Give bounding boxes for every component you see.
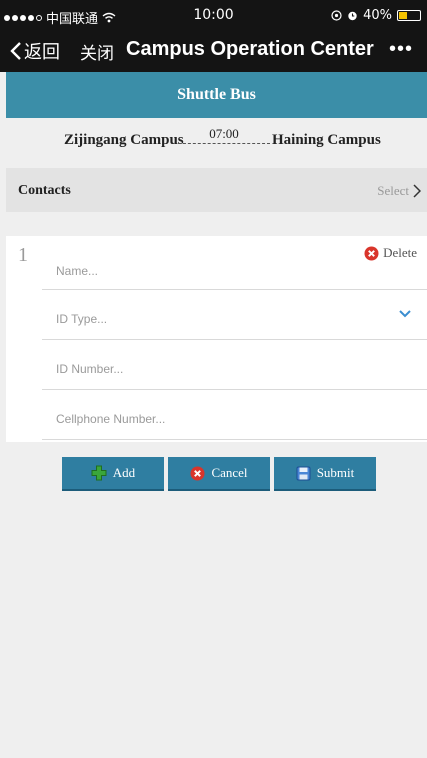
contacts-select[interactable]: Select	[377, 183, 421, 199]
name-placeholder: Name...	[56, 264, 99, 278]
cellphone-input[interactable]: Cellphone Number...	[42, 390, 427, 440]
location-icon	[331, 10, 342, 21]
departure-time-selector[interactable]: 07:00	[178, 126, 270, 144]
status-right: 40%	[331, 8, 421, 23]
add-button[interactable]: Add	[62, 457, 164, 491]
cancel-label: Cancel	[211, 465, 248, 480]
id-type-select[interactable]: ID Type...	[42, 290, 427, 340]
passenger-index: 1	[18, 244, 28, 266]
back-label: 返回	[24, 42, 60, 63]
save-disk-icon	[296, 466, 311, 480]
battery-fill	[399, 12, 407, 19]
cancel-button[interactable]: Cancel	[168, 457, 270, 491]
nav-bar: 返回 关闭 Campus Operation Center •••	[0, 30, 427, 72]
contacts-row[interactable]: Contacts Select	[6, 168, 427, 212]
submit-label: Submit	[316, 465, 355, 480]
page-title: Campus Operation Center	[126, 38, 374, 60]
status-bar: 中国联通 10:00 40%	[0, 0, 427, 30]
cellphone-placeholder: Cellphone Number...	[56, 412, 166, 426]
select-label: Select	[377, 183, 409, 198]
route-row: Zijingang Campus 07:00 Haining Campus	[6, 118, 427, 166]
id-type-placeholder: ID Type...	[56, 312, 108, 326]
destination-campus: Haining Campus	[272, 132, 381, 148]
battery-icon	[397, 10, 421, 21]
submit-button[interactable]: Submit	[274, 457, 376, 491]
contacts-label: Contacts	[18, 183, 71, 198]
name-input[interactable]: Name...	[42, 240, 427, 290]
close-button[interactable]: 关闭	[80, 39, 114, 64]
passenger-form: 1 Delete Name... ID Type... ID Number...…	[6, 236, 427, 442]
section-header: Shuttle Bus	[6, 72, 427, 118]
action-buttons: Add Cancel Submit	[62, 457, 376, 491]
back-button[interactable]: 返回	[10, 38, 60, 64]
add-label: Add	[112, 465, 136, 480]
add-icon	[91, 465, 107, 481]
chevron-right-icon	[413, 184, 421, 198]
chevron-down-icon	[399, 310, 411, 318]
alarm-icon	[348, 11, 357, 21]
cancel-icon	[190, 466, 205, 480]
more-menu-button[interactable]: •••	[389, 38, 413, 61]
chevron-left-icon	[10, 42, 21, 60]
id-number-placeholder: ID Number...	[56, 362, 124, 376]
origin-campus: Zijingang Campus	[64, 132, 184, 148]
battery-percent: 40%	[363, 8, 392, 23]
id-number-input[interactable]: ID Number...	[42, 340, 427, 390]
